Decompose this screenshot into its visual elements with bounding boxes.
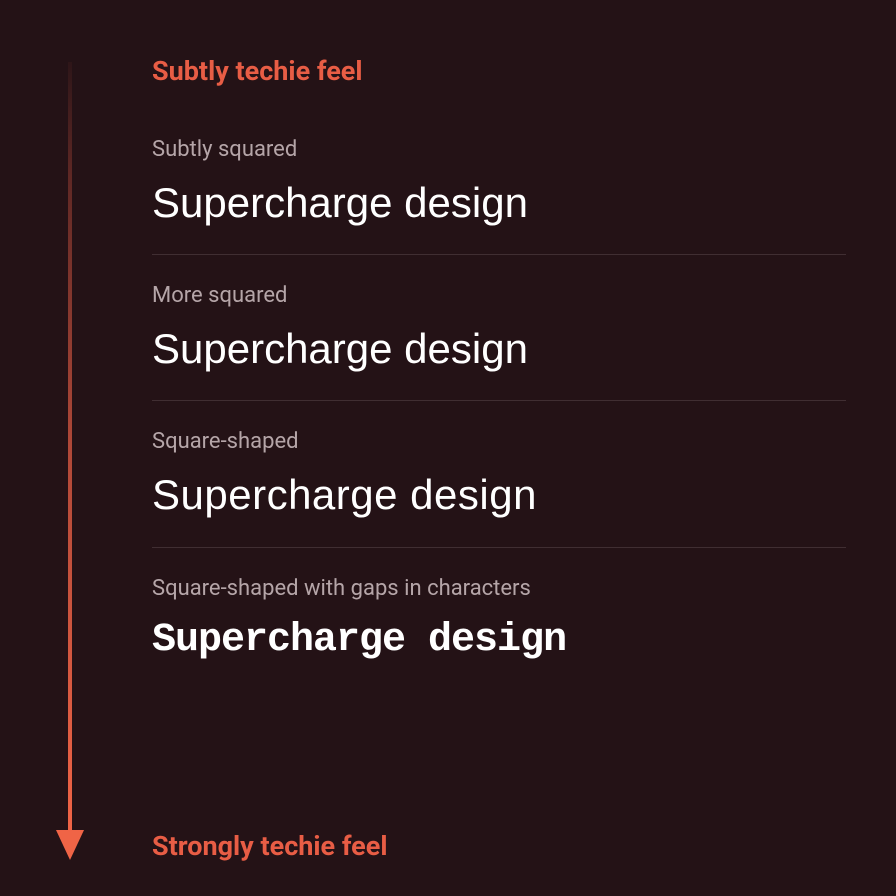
sample-text: Supercharge design bbox=[152, 326, 846, 372]
divider bbox=[152, 547, 846, 548]
spectrum-arrow bbox=[60, 62, 80, 860]
font-sample-3: Square-shaped Supercharge design bbox=[152, 429, 846, 518]
font-sample-4: Square-shaped with gaps in characters Su… bbox=[152, 576, 846, 663]
sample-label: Subtly squared bbox=[152, 137, 846, 162]
sample-label: More squared bbox=[152, 283, 846, 308]
font-sample-1: Subtly squared Supercharge design bbox=[152, 137, 846, 226]
sample-label: Square-shaped bbox=[152, 429, 846, 454]
sample-text: Supercharge design bbox=[152, 180, 846, 226]
font-sample-2: More squared Supercharge design bbox=[152, 283, 846, 372]
divider bbox=[152, 254, 846, 255]
arrow-shaft bbox=[68, 62, 72, 832]
sample-label: Square-shaped with gaps in characters bbox=[152, 576, 846, 601]
divider bbox=[152, 400, 846, 401]
spectrum-top-label: Subtly techie feel bbox=[152, 55, 846, 87]
arrow-head-icon bbox=[56, 830, 84, 860]
spectrum-bottom-label: Strongly techie feel bbox=[152, 830, 388, 862]
sample-text: Supercharge design bbox=[152, 619, 846, 663]
content-area: Subtly techie feel Subtly squared Superc… bbox=[152, 55, 846, 691]
sample-text: Supercharge design bbox=[152, 472, 846, 518]
